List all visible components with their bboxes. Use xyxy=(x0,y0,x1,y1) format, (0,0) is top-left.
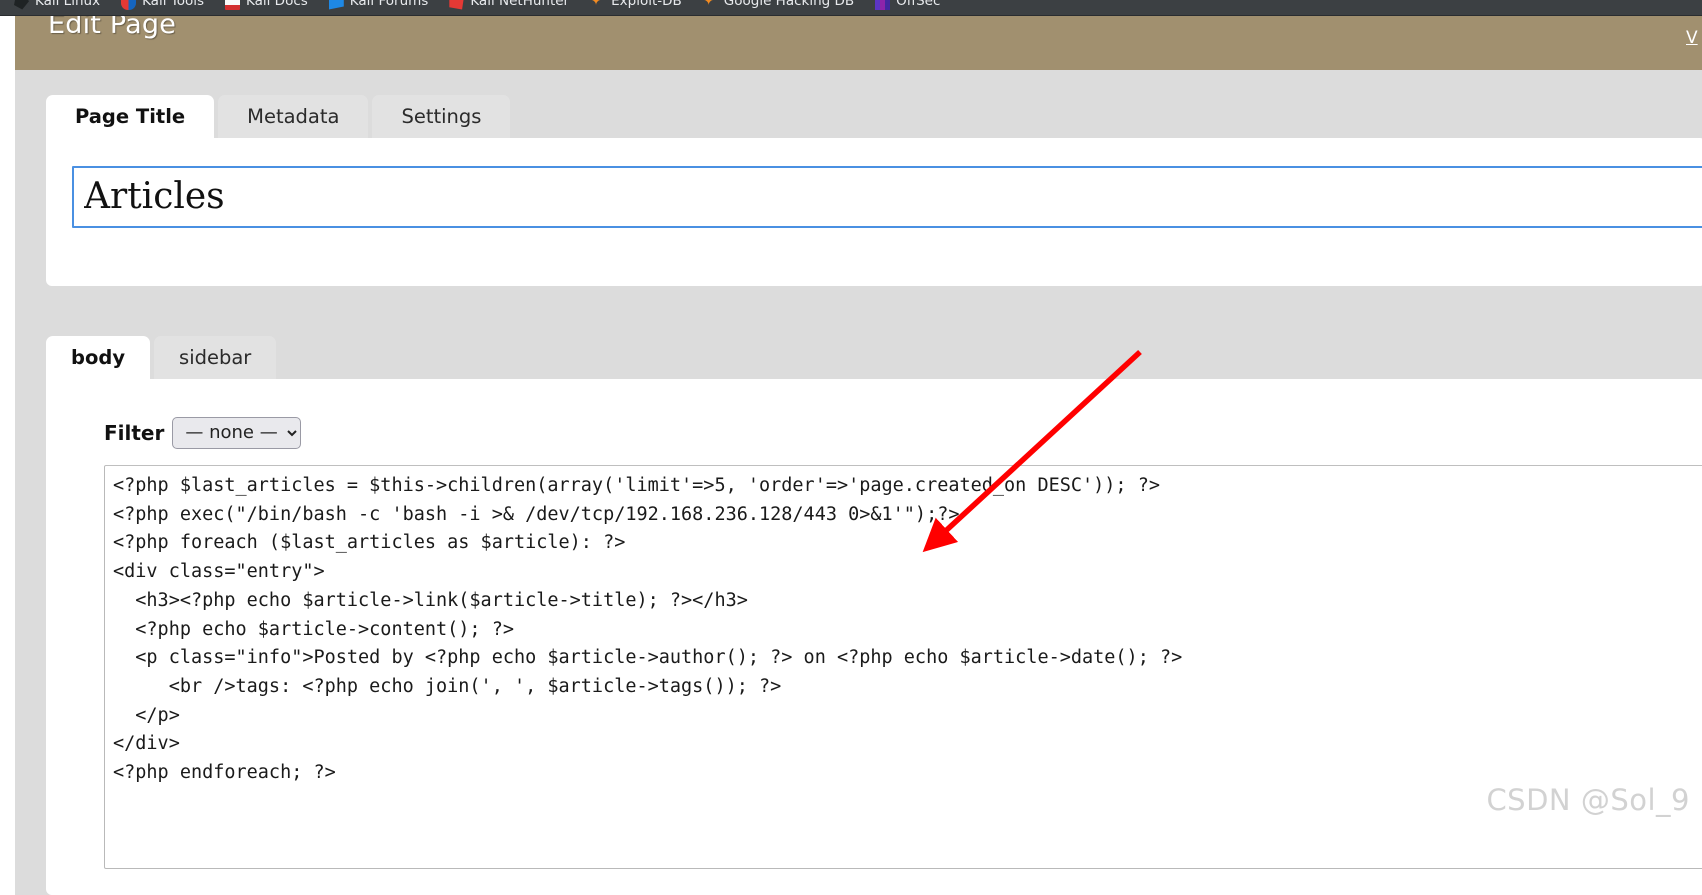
bookmark-label: Kali Linux xyxy=(35,0,101,10)
kali-nethunter-icon xyxy=(449,0,465,10)
tab-settings[interactable]: Settings xyxy=(372,95,511,138)
tab-sidebar[interactable]: sidebar xyxy=(154,336,277,379)
star-icon: ✦ xyxy=(590,0,602,9)
bookmark-offsec[interactable]: OffSec xyxy=(875,0,940,10)
bookmark-kali-linux[interactable]: Kali Linux xyxy=(14,0,100,10)
tab-metadata[interactable]: Metadata xyxy=(218,95,369,138)
page-body-code-textarea[interactable]: <?php $last_articles = $this->children(a… xyxy=(104,465,1702,869)
page-content-area: Page Title Metadata Settings body sideba… xyxy=(15,70,1702,895)
header-view-link[interactable]: V xyxy=(1686,28,1700,48)
content-tabrow: body sidebar xyxy=(46,335,1702,379)
bookmark-exploit-db[interactable]: ✦ Exploit-DB xyxy=(590,0,682,10)
watermark-text: CSDN @Sol_9 xyxy=(1486,783,1690,817)
page-title-tabrow: Page Title Metadata Settings xyxy=(46,94,1702,138)
bookmark-label: Exploit-DB xyxy=(611,0,682,10)
bookmark-label: Kali Docs xyxy=(246,0,308,10)
bookmark-label: Kali Forums xyxy=(349,0,429,10)
star-icon: ✦ xyxy=(702,0,715,9)
kali-docs-icon xyxy=(225,0,240,10)
filter-label: Filter xyxy=(104,421,165,445)
page-title-input[interactable] xyxy=(72,166,1702,228)
bookmark-label: OffSec xyxy=(896,0,941,10)
bookmark-label: Google Hacking DB xyxy=(723,0,855,10)
content-panel: body sidebar Filter — none — <?php $last… xyxy=(46,335,1702,895)
filter-row: Filter — none — xyxy=(104,417,302,449)
content-panel-body: Filter — none — <?php $last_articles = $… xyxy=(46,379,1702,895)
tab-page-title[interactable]: Page Title xyxy=(46,95,215,138)
page-title-panel-body xyxy=(46,138,1702,286)
filter-select[interactable]: — none — xyxy=(172,417,302,449)
bookmark-google-hacking-db[interactable]: ✦ Google Hacking DB xyxy=(703,0,854,10)
bookmark-label: Kali NetHunter xyxy=(470,0,570,10)
kali-tools-icon xyxy=(121,0,137,10)
browser-bookmark-bar: Kali Linux Kali Tools Kali Docs Kali For… xyxy=(0,0,1702,16)
page-title-panel: Page Title Metadata Settings xyxy=(46,94,1702,286)
offsec-icon xyxy=(875,0,891,10)
bookmark-kali-forums[interactable]: Kali Forums xyxy=(328,0,429,10)
bookmark-kali-docs[interactable]: Kali Docs xyxy=(225,0,308,10)
bookmark-label: Kali Tools xyxy=(142,0,204,10)
tab-body[interactable]: body xyxy=(46,336,151,379)
kali-dragon-icon xyxy=(14,0,29,10)
app-header-bar: Edit Page V xyxy=(15,9,1702,70)
bookmark-kali-tools[interactable]: Kali Tools xyxy=(121,0,204,10)
kali-forums-icon xyxy=(328,0,344,10)
bookmark-kali-nethunter[interactable]: Kali NetHunter xyxy=(449,0,569,10)
